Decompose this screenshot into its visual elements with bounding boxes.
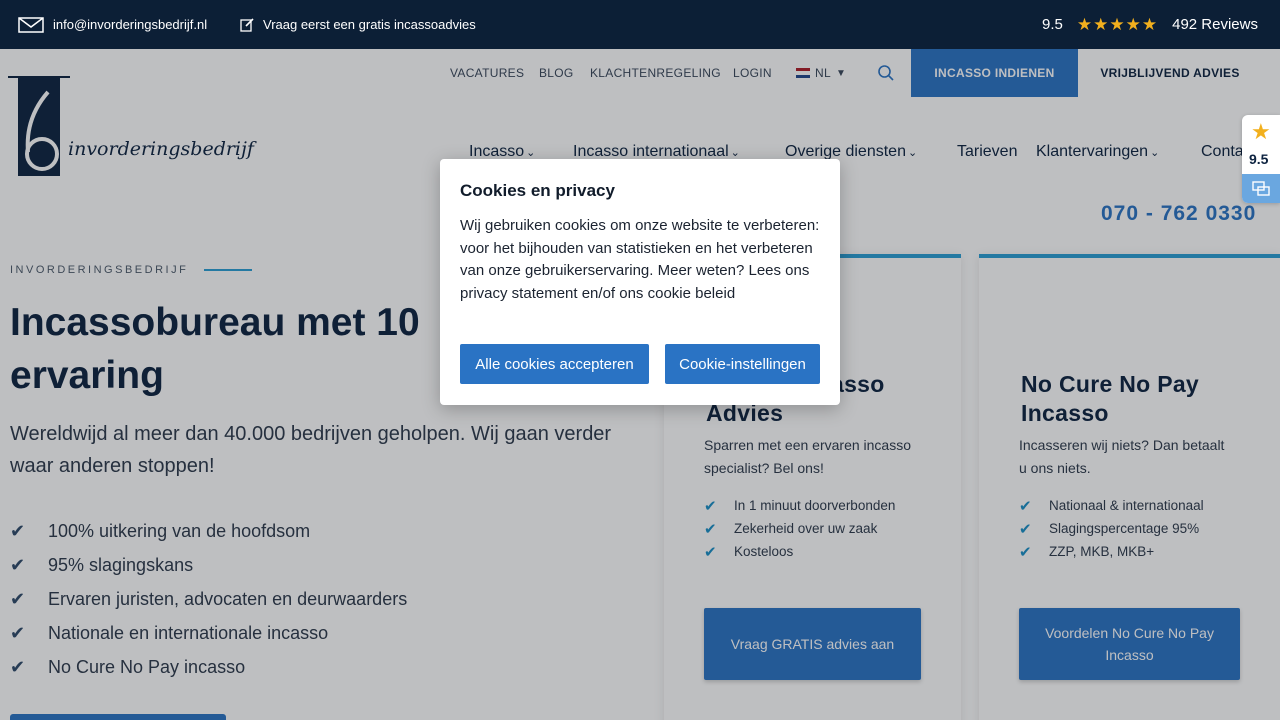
chat-icon [1252, 180, 1270, 196]
top-email-link[interactable]: info@invorderingsbedrijf.nl [18, 0, 207, 49]
email-text: info@invorderingsbedrijf.nl [53, 17, 208, 32]
top-bar: info@invorderingsbedrijf.nl Vraag eerst … [0, 0, 1280, 49]
badge-score: 9.5 [1249, 151, 1269, 167]
review-count: 492 Reviews [1172, 16, 1258, 33]
badge-widget[interactable] [1242, 174, 1280, 203]
cookie-settings-button[interactable]: Cookie-instellingen [665, 344, 820, 384]
accept-all-cookies-button[interactable]: Alle cookies accepteren [460, 344, 649, 384]
top-advice-link[interactable]: Vraag eerst een gratis incassoadvies [240, 0, 476, 49]
review-score: 9.5 [1042, 16, 1063, 33]
cookie-title: Cookies en privacy [460, 181, 615, 200]
cookie-dialog: Cookies en privacy Wij gebruiken cookies… [440, 159, 840, 405]
star-icon: ★★★★★ [1076, 14, 1159, 34]
review-summary[interactable]: 9.5 ★★★★★ 492 Reviews [1042, 0, 1258, 49]
review-badge[interactable]: ★ 9.5 [1242, 115, 1280, 203]
edit-icon [240, 17, 254, 32]
cookie-text: Wij gebruiken cookies om onze website te… [460, 217, 820, 302]
advice-text: Vraag eerst een gratis incassoadvies [263, 17, 476, 32]
star-icon: ★ [1251, 119, 1271, 144]
envelope-icon [18, 16, 44, 33]
